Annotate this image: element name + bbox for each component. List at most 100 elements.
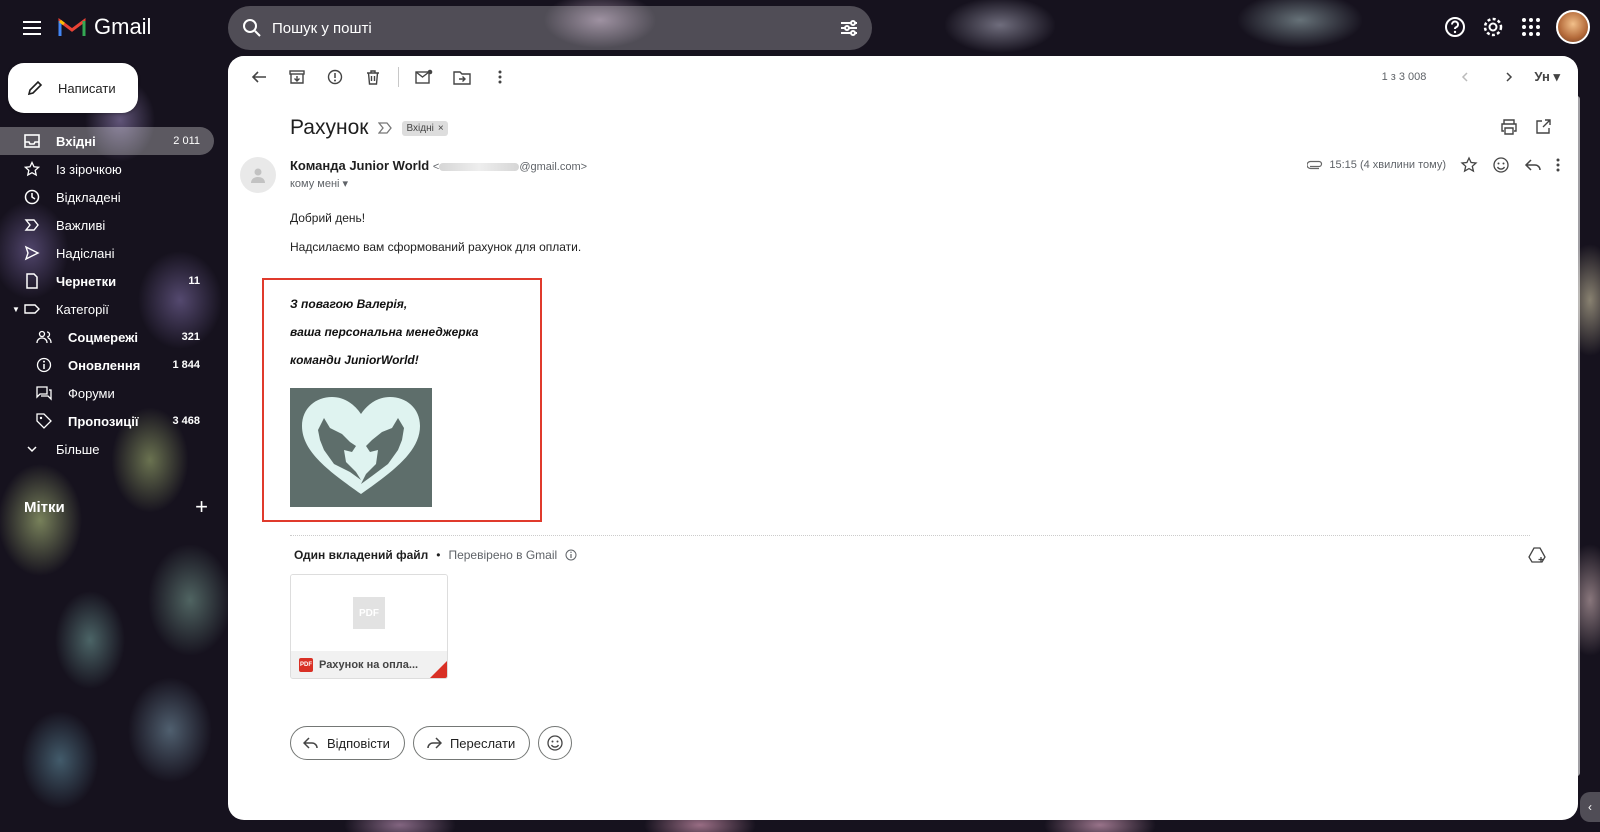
person-icon xyxy=(251,168,265,183)
sidebar-item-count: 11 xyxy=(188,275,200,287)
print-icon[interactable] xyxy=(1500,118,1518,136)
reply-button[interactable]: Відповісти xyxy=(290,726,405,760)
sidebar-item-label: Форуми xyxy=(68,385,115,401)
top-bar: Gmail xyxy=(0,0,1600,56)
label-chip-inbox[interactable]: Вхідні × xyxy=(402,120,448,136)
add-reaction-emoji-icon[interactable] xyxy=(1492,156,1510,174)
sidebar-item-sent[interactable]: Надіслані xyxy=(0,239,214,267)
signature-line: З повагою Валерія, xyxy=(290,297,408,311)
message-meta: 15:15 (4 хвилини тому) xyxy=(1307,156,1560,174)
recipient-details-toggle[interactable]: кому мені ▾ xyxy=(290,177,348,190)
search-input[interactable] xyxy=(272,19,838,37)
sidebar-item-label: Важливі xyxy=(56,217,106,233)
timestamp-text: 15:15 (4 хвилини тому) xyxy=(1329,159,1446,171)
reply-actions: Відповісти Переслати xyxy=(290,726,573,760)
back-arrow-icon[interactable] xyxy=(240,61,278,93)
email-greeting: Добрий день! xyxy=(290,211,366,225)
scrollbar[interactable] xyxy=(1574,96,1580,776)
info-icon xyxy=(36,357,52,373)
side-panel-toggle-chevron-icon[interactable]: ‹ xyxy=(1580,792,1600,822)
archive-icon[interactable] xyxy=(278,61,316,93)
sidebar-item-social[interactable]: Соцмережі 321 xyxy=(0,323,214,351)
input-tools-label: Ун xyxy=(1534,69,1550,84)
label-chip-text: Вхідні xyxy=(406,122,434,134)
attachment-card-pdf[interactable]: PDF PDF Рахунок на опла... xyxy=(290,574,448,679)
labels-header: Мітки + xyxy=(24,494,208,520)
more-vert-icon[interactable] xyxy=(1556,158,1560,172)
sidebar-item-updates[interactable]: Оновлення 1 844 xyxy=(0,351,214,379)
sidebar-item-count: 321 xyxy=(181,331,200,343)
timestamp: 15:15 (4 хвилини тому) xyxy=(1307,159,1446,171)
sender-name[interactable]: Команда Junior World xyxy=(290,158,429,173)
sidebar-item-label: Більше xyxy=(56,441,100,457)
help-icon[interactable] xyxy=(1442,14,1468,40)
emoji-smile-icon xyxy=(547,735,563,751)
attachments-divider xyxy=(290,535,1530,536)
sidebar-item-more[interactable]: Більше xyxy=(0,435,214,463)
page-fold-corner xyxy=(429,661,447,678)
gmail-logo[interactable]: Gmail xyxy=(58,14,151,40)
reply-label: Відповісти xyxy=(327,735,390,751)
emoji-reaction-button[interactable] xyxy=(538,726,573,760)
attachment-footer: PDF Рахунок на опла... xyxy=(291,651,447,678)
search-bar[interactable] xyxy=(228,6,872,50)
account-avatar[interactable] xyxy=(1556,10,1590,44)
star-icon xyxy=(24,161,40,177)
settings-gear-icon[interactable] xyxy=(1480,14,1506,40)
compose-button[interactable]: Написати xyxy=(8,63,138,113)
open-new-window-icon[interactable] xyxy=(1534,118,1552,136)
subject-actions xyxy=(1500,118,1552,136)
inbox-icon xyxy=(24,133,40,149)
move-to-folder-icon[interactable] xyxy=(443,61,481,93)
sidebar-item-label: Надіслані xyxy=(56,245,115,261)
more-vert-icon[interactable] xyxy=(481,61,519,93)
chevron-down-icon xyxy=(24,441,40,457)
remove-label-close-icon[interactable]: × xyxy=(438,123,444,134)
reply-arrow-icon[interactable] xyxy=(1524,156,1542,174)
signature-line: ваша персональна менеджерка xyxy=(290,325,479,339)
subject-row: Рахунок Вхідні × xyxy=(290,116,448,140)
sidebar-item-label: Категорії xyxy=(55,301,109,317)
email-subject: Рахунок xyxy=(290,116,369,139)
info-icon[interactable] xyxy=(565,549,577,561)
sidebar-item-promotions[interactable]: Пропозиції 3 468 xyxy=(0,407,214,435)
search-options-icon[interactable] xyxy=(838,17,860,39)
prev-chevron-icon[interactable] xyxy=(1446,61,1484,93)
draft-icon xyxy=(24,273,40,289)
sender-avatar[interactable] xyxy=(240,157,276,193)
mark-unread-icon[interactable] xyxy=(405,61,443,93)
next-chevron-icon[interactable] xyxy=(1490,61,1528,93)
report-spam-icon[interactable] xyxy=(316,61,354,93)
attachments-title: Один вкладений файл xyxy=(294,548,429,562)
email-body: Надсилаємо вам сформований рахунок для о… xyxy=(290,240,582,254)
sidebar-item-count: 2 011 xyxy=(173,135,200,147)
add-label-plus-icon[interactable]: + xyxy=(195,494,208,520)
add-to-drive-icon[interactable] xyxy=(1528,546,1546,564)
star-icon[interactable] xyxy=(1460,156,1478,174)
label-icon xyxy=(24,301,40,317)
sidebar-item-drafts[interactable]: Чернетки 11 xyxy=(0,267,214,295)
sidebar-item-categories[interactable]: ▼ Категорії xyxy=(0,295,214,323)
company-logo-image[interactable] xyxy=(290,388,432,507)
search-icon[interactable] xyxy=(240,16,264,40)
redacted-email-blur xyxy=(439,163,520,172)
importance-marker-icon[interactable] xyxy=(378,122,393,134)
signature-highlight-box: З повагою Валерія, ваша персональна мене… xyxy=(262,278,542,522)
main-menu-button[interactable] xyxy=(16,12,48,44)
delete-trash-icon[interactable] xyxy=(354,61,392,93)
sidebar-item-forums[interactable]: Форуми xyxy=(0,379,214,407)
apps-grid-icon[interactable] xyxy=(1518,14,1544,40)
attachment-clip-icon xyxy=(1307,160,1323,170)
tag-icon xyxy=(36,413,52,429)
caret-down-icon[interactable]: ▼ xyxy=(12,305,20,314)
sidebar-item-important[interactable]: Важливі xyxy=(0,211,214,239)
forward-button[interactable]: Переслати xyxy=(412,726,531,760)
input-tools-button[interactable]: Ун ▾ xyxy=(1534,69,1560,85)
important-icon xyxy=(24,217,40,233)
sidebar-item-snoozed[interactable]: Відкладені xyxy=(0,183,214,211)
pencil-icon xyxy=(27,80,43,96)
top-right-controls xyxy=(1442,10,1590,44)
forward-label: Переслати xyxy=(449,735,516,751)
sidebar-item-inbox[interactable]: Вхідні 2 011 xyxy=(0,127,214,155)
sidebar-item-starred[interactable]: Із зірочкою xyxy=(0,155,214,183)
